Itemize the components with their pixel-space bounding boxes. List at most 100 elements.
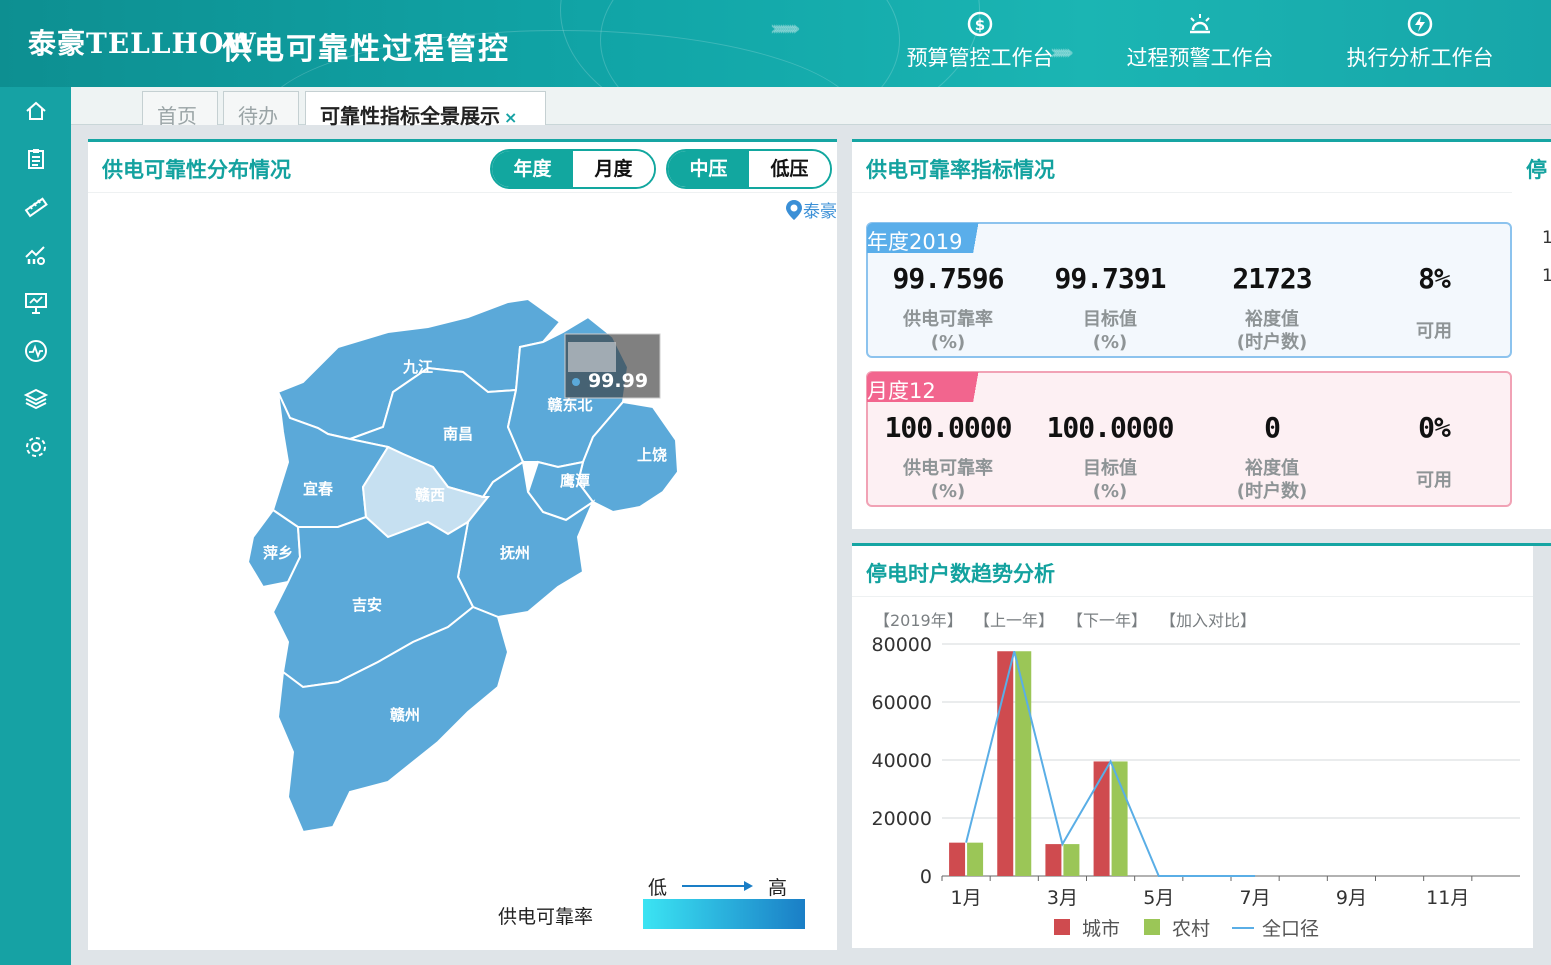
label-yingtan: 鹰潭 — [560, 472, 590, 490]
tab-todo-label: 待办 — [238, 104, 278, 128]
map-tooltip: 99.99 — [564, 333, 661, 399]
label-jian: 吉安 — [352, 596, 382, 614]
outage-trend-panel: 停电时户数趋势分析 【2019年】 【上一年】 【下一年】 【加入对比】 800… — [852, 543, 1533, 948]
annual-available-value: 8% — [1418, 262, 1451, 295]
ruler-icon — [24, 197, 48, 218]
outage-trend-chart: 80000 60000 40000 20000 0 1月 3月 5月 7月 9月 11月城市 农村 全口… — [872, 634, 1520, 940]
monthly-tag: 月度12 — [867, 372, 1001, 403]
lightning-bolt-icon — [1407, 11, 1433, 37]
clipboard-icon — [27, 149, 44, 169]
label-shangrao: 上饶 — [637, 446, 667, 464]
workspace-alarm[interactable]: 过程预警工作台 — [1100, 10, 1300, 72]
legend-label-城市: 城市 — [1082, 918, 1120, 940]
legend-high-label: 高 — [768, 877, 788, 899]
label-gandongbei: 赣东北 — [547, 396, 592, 414]
annual-kpi-card: 年度2019 99.7596 99.7391 21723 8% 供电可靠率 (%)… — [866, 222, 1512, 358]
x-tick-label: 3月 — [1047, 887, 1078, 909]
x-tick-label: 9月 — [1336, 887, 1367, 909]
legend-label-农村: 农村 — [1172, 918, 1210, 940]
workspace-budget-label: 预算管控工作台 — [906, 46, 1054, 70]
monthly-target-value: 100.0000 — [1046, 411, 1175, 444]
outage-panel-title-cut: 停 — [1526, 158, 1547, 182]
y-tick-label: 20000 — [872, 808, 932, 830]
app-title: 供电可靠性过程管控 — [222, 32, 510, 67]
monthly-margin-value: 0 — [1264, 411, 1281, 444]
monthly-reliability-label: 供电可靠率 (%) — [903, 458, 993, 502]
outage-value-cut-1: 1 — [1542, 228, 1551, 248]
sidebar — [0, 87, 71, 965]
y-tick-label: 60000 — [872, 692, 932, 714]
monthly-margin-label: 裕度值 (时户数) — [1236, 458, 1308, 502]
annual-target-value: 99.7391 — [1054, 262, 1166, 295]
label-fuzhou: 抚州 — [500, 544, 530, 562]
tab-home[interactable]: 首页 — [142, 91, 218, 128]
tab-todo[interactable]: 待办 — [223, 91, 299, 128]
tab-reliability-panorama[interactable]: 可靠性指标全景展示 × — [305, 91, 546, 128]
tab-bar: 首页 待办 可靠性指标全景展示 × — [71, 87, 1551, 128]
legend-title: 供电可靠率 — [498, 906, 594, 928]
bar-农村-1月 — [967, 842, 984, 876]
label-yichun: 宜春 — [303, 480, 333, 498]
trend-title: 停电时户数趋势分析 — [866, 562, 1055, 586]
stats-icon — [24, 246, 45, 265]
monthly-available-value: 0% — [1418, 411, 1451, 444]
sidebar-item-settings[interactable] — [0, 423, 71, 471]
monthly-target-label: 目标值 (%) — [1083, 458, 1137, 502]
annual-tag: 年度2019 — [867, 223, 1001, 254]
annual-target-label: 目标值 (%) — [1083, 309, 1137, 353]
presentation-board-icon — [24, 293, 47, 314]
workspace-analysis-label: 执行分析工作台 — [1346, 46, 1494, 70]
y-tick-label: 80000 — [872, 634, 932, 656]
workspace-budget[interactable]: $ 预算管控工作台 — [880, 10, 1080, 72]
x-tick-label: 1月 — [951, 887, 982, 909]
alarm-siren-icon — [1190, 14, 1210, 34]
bar-农村-4月 — [1111, 761, 1128, 876]
monthly-kpi-card: 月度12 100.0000 100.0000 0 0% 供电可靠率 (%) 目标值… — [866, 371, 1512, 507]
tooltip-value: 99.99 — [588, 370, 648, 392]
label-jiujiang: 九江 — [402, 358, 433, 376]
layers-icon — [23, 388, 48, 410]
sidebar-item-measure[interactable] — [0, 183, 71, 231]
bar-城市-1月 — [949, 842, 966, 876]
label-ganxi: 赣西 — [415, 486, 445, 504]
annual-reliability-value: 99.7596 — [892, 262, 1004, 295]
pulse-icon — [24, 340, 47, 362]
x-tick-label: 11月 — [1426, 887, 1469, 909]
annual-margin-value: 21723 — [1232, 262, 1312, 295]
legend-swatch-城市 — [1054, 919, 1070, 935]
legend-arrow-icon — [682, 881, 753, 891]
monthly-available-label: 可用 — [1416, 470, 1452, 491]
workspace-analysis[interactable]: 执行分析工作台 — [1320, 10, 1520, 72]
budget-coin-icon: $ — [967, 11, 993, 37]
bar-城市-3月 — [1045, 844, 1062, 876]
annual-available-label: 可用 — [1416, 321, 1452, 342]
gear-icon — [25, 437, 46, 457]
app-header: ››››››››››› ›››››››› 泰豪TELLHOW 供电可靠性过程管控… — [0, 0, 1551, 87]
x-tick-label: 5月 — [1143, 887, 1174, 909]
header-decor-arrows: ››››››››››› — [770, 16, 801, 40]
svg-text:$: $ — [975, 16, 985, 34]
reliability-distribution-panel: 供电可靠性分布情况 年度 月度 中压 低压 泰豪 九江 南昌 赣东北 上饶 宜春… — [88, 139, 837, 950]
x-tick-label: 7月 — [1240, 887, 1271, 909]
tab-home-label: 首页 — [157, 104, 197, 128]
label-nanchang: 南昌 — [443, 425, 473, 443]
bar-农村-3月 — [1063, 844, 1080, 876]
label-pingxiang: 萍乡 — [263, 544, 293, 562]
sidebar-item-layers[interactable] — [0, 375, 71, 423]
sidebar-item-stats[interactable] — [0, 231, 71, 279]
next-panel-edge — [1533, 543, 1551, 546]
y-tick-label: 40000 — [872, 750, 932, 772]
jiangxi-map: 九江 南昌 赣东北 上饶 宜春 赣西 鹰潭 萍乡 抚州 吉安 赣州 99.99 — [246, 297, 680, 834]
label-ganzhou: 赣州 — [390, 706, 420, 724]
legend-swatch-农村 — [1144, 919, 1160, 935]
legend-gradient-bar — [643, 899, 805, 929]
tab-reliability-label: 可靠性指标全景展示 — [320, 104, 500, 128]
monthly-reliability-value: 100.0000 — [884, 411, 1013, 444]
close-icon[interactable]: × — [504, 108, 517, 127]
sidebar-item-monitor[interactable] — [0, 327, 71, 375]
workspace-alarm-label: 过程预警工作台 — [1126, 46, 1274, 70]
annual-margin-label: 裕度值 (时户数) — [1236, 309, 1308, 353]
sidebar-item-tasks[interactable] — [0, 135, 71, 183]
sidebar-item-present[interactable] — [0, 279, 71, 327]
sidebar-item-home[interactable] — [0, 87, 71, 135]
